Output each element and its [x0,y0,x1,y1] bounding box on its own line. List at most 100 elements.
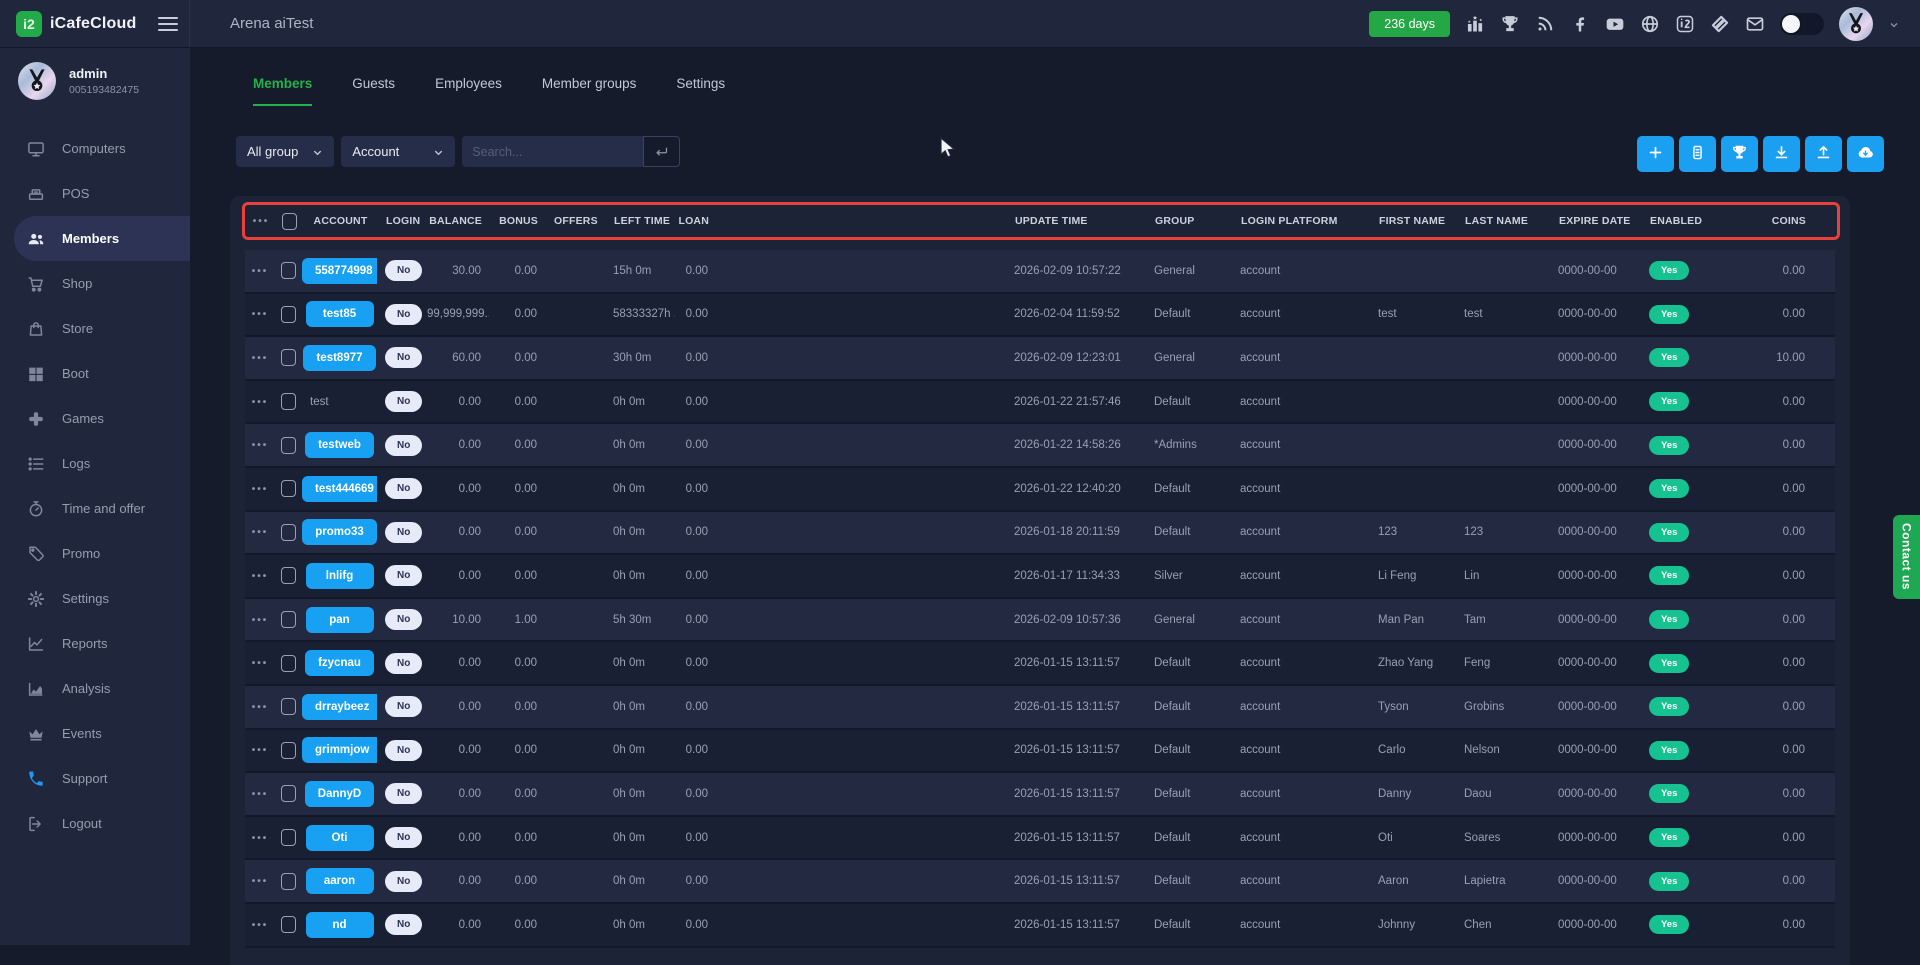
sidebar-user[interactable]: admin 005193482475 [0,48,190,114]
account-button[interactable]: drraybeez [302,694,377,720]
sidebar-item-boot[interactable]: Boot [0,351,190,396]
facebook-icon[interactable] [1570,14,1590,34]
upload-button[interactable] [1805,136,1842,172]
row-menu-icon[interactable]: ••• [252,527,269,538]
ranking-icon[interactable] [1465,14,1485,34]
row-checkbox[interactable] [281,567,296,584]
sidebar-item-reports[interactable]: Reports [0,621,190,666]
brand[interactable]: i2 iCafeCloud [0,0,190,47]
license-days-badge[interactable]: 236 days [1369,11,1450,37]
row-menu-icon[interactable]: ••• [252,920,269,931]
account-button[interactable]: grimmjow [302,737,377,763]
sidebar-item-support[interactable]: Support [0,756,190,801]
row-menu-icon[interactable]: ••• [252,615,269,626]
account-button[interactable]: Oti [306,825,374,851]
row-menu-icon[interactable]: ••• [252,876,269,887]
row-menu-icon[interactable]: ••• [252,309,269,320]
tab-guests[interactable]: Guests [352,76,395,106]
table-row: •••promo33No0.000.000h 0m0.002026-01-18 … [245,512,1835,556]
tab-members[interactable]: Members [253,76,312,106]
search-input[interactable] [462,136,643,167]
account-button[interactable]: test444669 [302,476,377,502]
sidebar-item-pos[interactable]: POS [0,171,190,216]
row-menu-icon[interactable]: ••• [252,789,269,800]
row-checkbox[interactable] [281,916,296,933]
enabled-badge: Yes [1649,566,1689,585]
layers-icon[interactable] [1710,14,1730,34]
row-checkbox[interactable] [281,349,296,366]
row-checkbox[interactable] [281,393,296,410]
sidebar-item-store[interactable]: Store [0,306,190,351]
cloud-download-button[interactable] [1847,136,1884,172]
row-checkbox[interactable] [281,306,296,323]
sidebar-item-promo[interactable]: Promo [0,531,190,576]
row-menu-icon[interactable]: ••• [252,353,269,364]
row-checkbox[interactable] [281,524,296,541]
row-menu-icon[interactable]: ••• [252,658,269,669]
account-button[interactable]: lnlifg [306,563,374,589]
sidebar-item-members[interactable]: Members [14,216,190,261]
hamburger-menu-icon[interactable] [158,13,178,35]
group-filter-select[interactable]: All group [236,136,334,167]
sidebar-item-analysis[interactable]: Analysis [0,666,190,711]
row-checkbox[interactable] [281,742,296,759]
account-button[interactable]: nd [306,912,374,938]
sidebar-item-logout[interactable]: Logout [0,801,190,846]
row-menu-icon[interactable]: ••• [252,745,269,756]
account-button[interactable]: DannyD [305,781,374,807]
tab-member-groups[interactable]: Member groups [542,76,637,106]
account-button[interactable]: pan [306,607,374,633]
row-checkbox[interactable] [281,829,296,846]
trophy-icon[interactable] [1500,14,1520,34]
row-checkbox[interactable] [281,611,296,628]
youtube-icon[interactable] [1605,14,1625,34]
row-checkbox[interactable] [281,873,296,890]
contact-us-tab[interactable]: Contact us [1893,515,1920,599]
row-checkbox[interactable] [281,262,296,279]
row-menu-icon[interactable]: ••• [252,484,269,495]
account-button[interactable]: aaron [306,868,374,894]
sidebar-item-games[interactable]: Games [0,396,190,441]
row-checkbox[interactable] [281,655,296,672]
account-button[interactable]: testweb [305,432,374,458]
sidebar-item-time-and-offer[interactable]: Time and offer [0,486,190,531]
account-button[interactable]: 558774998 [302,258,377,284]
row-menu-icon[interactable]: ••• [252,266,269,277]
search-field-select[interactable]: Account [341,136,455,167]
row-checkbox[interactable] [281,480,296,497]
row-checkbox[interactable] [281,785,296,802]
row-checkbox[interactable] [281,698,296,715]
theme-toggle[interactable] [1780,13,1824,35]
sidebar-item-logs[interactable]: Logs [0,441,190,486]
account-button[interactable]: promo33 [302,519,377,545]
sidebar-item-settings[interactable]: Settings [0,576,190,621]
row-checkbox[interactable] [281,437,296,454]
account-button[interactable]: fzycnau [305,650,374,676]
sidebar-item-computers[interactable]: Computers [0,126,190,171]
globe-icon[interactable] [1640,14,1660,34]
plus-button[interactable] [1637,136,1674,172]
mail-icon[interactable] [1745,14,1765,34]
row-menu-icon[interactable]: ••• [252,397,269,408]
row-menu-icon[interactable]: ••• [252,702,269,713]
user-avatar[interactable] [1839,7,1873,41]
sidebar-item-shop[interactable]: Shop [0,261,190,306]
cell-login_platform: account [1232,701,1370,713]
chevron-down-icon[interactable] [1888,18,1900,30]
i2-brand-icon[interactable] [1675,14,1695,34]
tab-employees[interactable]: Employees [435,76,502,106]
tab-settings[interactable]: Settings [676,76,725,106]
row-menu-icon[interactable]: ••• [252,833,269,844]
account-button[interactable]: test85 [306,301,374,327]
trophy-button[interactable] [1721,136,1758,172]
sidebar-item-events[interactable]: Events [0,711,190,756]
row-menu-icon[interactable]: ••• [252,440,269,451]
card-button[interactable] [1679,136,1716,172]
account-button[interactable]: test8977 [303,345,375,371]
search-submit-button[interactable] [643,136,680,167]
header-menu-icon[interactable]: ••• [253,216,270,227]
download-button[interactable] [1763,136,1800,172]
select-all-checkbox[interactable] [282,213,297,230]
rss-icon[interactable] [1535,14,1555,34]
row-menu-icon[interactable]: ••• [252,571,269,582]
